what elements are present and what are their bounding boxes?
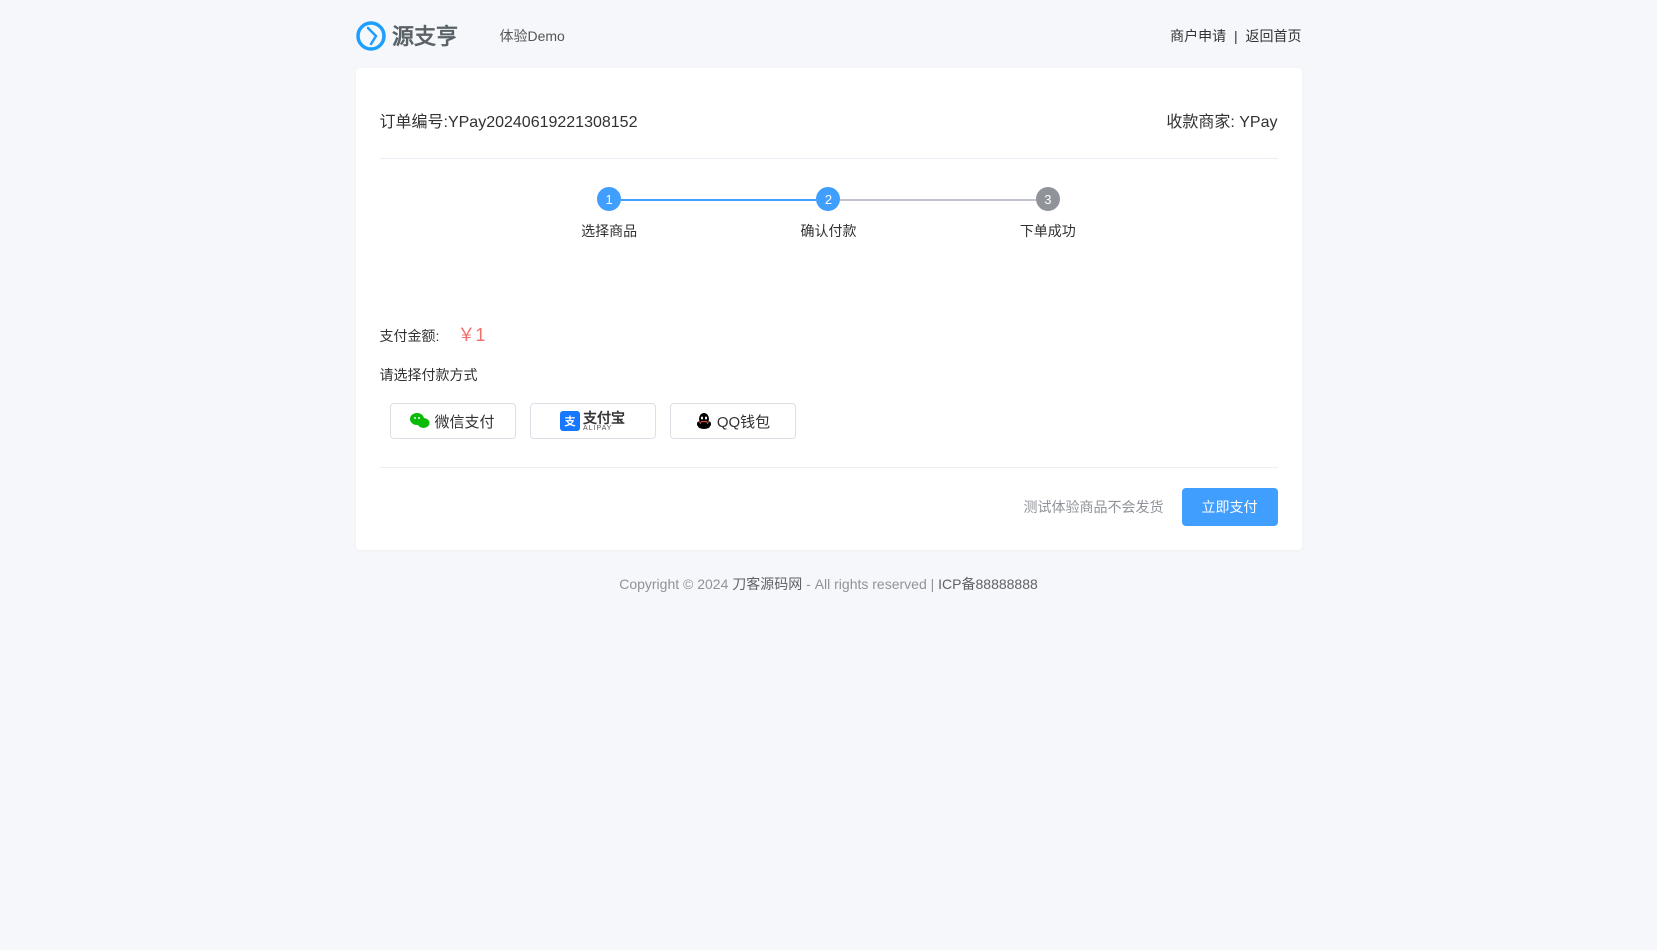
icp-link[interactable]: ICP备88888888	[938, 576, 1038, 592]
merchant-value: YPay	[1239, 114, 1277, 131]
site-name-link[interactable]: 刀客源码网	[732, 576, 802, 592]
order-number-label: 订单编号:	[380, 114, 448, 131]
header-left: 源支亨 体验Demo	[356, 18, 565, 54]
header-right: 商户申请 | 返回首页	[1170, 26, 1301, 46]
back-home-link[interactable]: 返回首页	[1246, 28, 1302, 44]
alipay-option[interactable]: 支 支付宝 ALIPAY	[530, 403, 656, 439]
step-3-title: 下单成功	[1020, 221, 1076, 241]
order-number: 订单编号:YPay20240619221308152	[380, 108, 638, 132]
step-1-circle: 1	[597, 187, 621, 211]
copyright-prefix: Copyright © 2024	[619, 576, 732, 592]
order-number-value: YPay20240619221308152	[448, 114, 638, 131]
qq-wallet-option[interactable]: QQ钱包	[670, 403, 796, 439]
qq-icon	[695, 412, 713, 430]
merchant-info: 收款商家: YPay	[1166, 108, 1277, 132]
pay-now-button[interactable]: 立即支付	[1182, 488, 1278, 526]
amount-value: ￥1	[457, 321, 485, 347]
rights-text: - All rights reserved |	[802, 576, 938, 592]
step-2-title: 确认付款	[800, 221, 856, 241]
card-footer: 测试体验商品不会发货 立即支付	[380, 488, 1278, 526]
alipay-icon: 支	[560, 411, 580, 431]
payment-method-title: 请选择付款方式	[380, 365, 1278, 385]
step-3-circle: 3	[1036, 187, 1060, 211]
payment-methods: 微信支付 支 支付宝 ALIPAY	[380, 403, 1278, 468]
alipay-sublabel: ALIPAY	[583, 425, 625, 432]
payment-card: 订单编号:YPay20240619221308152 收款商家: YPay 1 …	[356, 68, 1302, 550]
wechat-icon	[410, 412, 430, 430]
svg-text:源支亨: 源支亨	[392, 24, 458, 49]
step-1-title: 选择商品	[581, 221, 637, 241]
wechat-pay-label: 微信支付	[434, 411, 494, 432]
amount-label: 支付金额:	[380, 326, 440, 346]
progress-steps: 1 选择商品 2 确认付款 3 下单成功	[380, 187, 1278, 241]
brand-logo: 源支亨	[356, 18, 486, 54]
demo-label: 体验Demo	[500, 26, 565, 46]
step-2-circle: 2	[816, 187, 840, 211]
qq-wallet-label: QQ钱包	[717, 411, 770, 432]
step-3: 3 下单成功	[938, 187, 1157, 241]
copyright: Copyright © 2024 刀客源码网 - All rights rese…	[356, 566, 1302, 602]
order-info-row: 订单编号:YPay20240619221308152 收款商家: YPay	[380, 108, 1278, 159]
alipay-label: 支付宝	[583, 411, 625, 425]
amount-row: 支付金额: ￥1	[380, 321, 1278, 347]
step-2: 2 确认付款	[719, 187, 938, 241]
page-header: 源支亨 体验Demo 商户申请 | 返回首页	[356, 0, 1302, 68]
shipping-notice: 测试体验商品不会发货	[1024, 497, 1164, 517]
wechat-pay-option[interactable]: 微信支付	[390, 403, 516, 439]
nav-separator: |	[1234, 28, 1238, 44]
merchant-label: 收款商家:	[1166, 114, 1234, 131]
merchant-apply-link[interactable]: 商户申请	[1170, 28, 1226, 44]
step-1: 1 选择商品	[500, 187, 719, 241]
